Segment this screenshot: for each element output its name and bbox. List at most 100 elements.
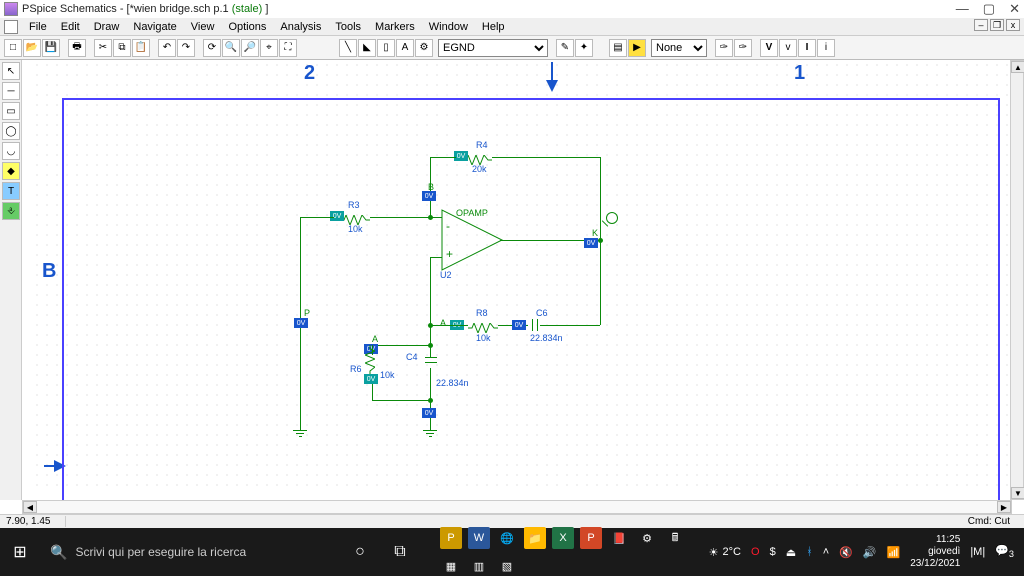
redo-icon[interactable]: ↷ <box>177 39 195 57</box>
draw-text-icon[interactable]: A <box>396 39 414 57</box>
r3-val[interactable]: 10k <box>348 224 363 234</box>
marker-r3[interactable]: 0V <box>330 211 344 221</box>
toggle-i-icon[interactable]: i <box>817 39 835 57</box>
opamp-ref[interactable]: U2 <box>440 270 452 280</box>
c6-val[interactable]: 22.834n <box>530 333 563 343</box>
simulate-icon[interactable]: ▶ <box>628 39 646 57</box>
app-misc3[interactable]: ▧ <box>496 555 518 577</box>
redraw-icon[interactable]: ⟳ <box>203 39 221 57</box>
get-part-icon[interactable]: ⚙ <box>415 39 433 57</box>
menu-edit[interactable]: Edit <box>54 21 87 33</box>
r4-ref[interactable]: R4 <box>476 140 488 150</box>
marker-gnd[interactable]: 0V <box>422 408 436 418</box>
tray-opera-icon[interactable]: O <box>751 546 760 558</box>
copy-icon[interactable]: ⧉ <box>113 39 131 57</box>
print-icon[interactable]: 🖶 <box>68 39 86 57</box>
app-chrome[interactable]: 🌐 <box>496 527 518 549</box>
app-pspice[interactable]: P <box>440 527 462 549</box>
app-misc1[interactable]: ▦ <box>440 555 462 577</box>
draw-block-icon[interactable]: ▯ <box>377 39 395 57</box>
r6-ref[interactable]: R6 <box>350 364 362 374</box>
marker-r8c6[interactable]: 0V <box>512 320 526 330</box>
mdi-minimize[interactable]: – <box>974 19 988 31</box>
app-settings[interactable]: ⚙ <box>636 527 658 549</box>
new-icon[interactable]: □ <box>4 39 22 57</box>
start-button[interactable]: ⊞ <box>0 528 40 576</box>
c4-val[interactable]: 22.834n <box>436 378 469 388</box>
tray-chevron-icon[interactable]: ˄ <box>823 546 829 558</box>
r8-ref[interactable]: R8 <box>476 308 488 318</box>
marker-i-icon[interactable]: ✑ <box>734 39 752 57</box>
minimize-button[interactable]: — <box>956 1 969 17</box>
scroll-left-icon[interactable]: ◀ <box>23 501 37 513</box>
scroll-up-icon[interactable]: ▲ <box>1011 61 1024 73</box>
tray-usb-icon[interactable]: ⏏ <box>786 546 796 559</box>
tray-ime-icon[interactable]: |M| <box>970 546 985 558</box>
edit-sym-icon[interactable]: ✦ <box>575 39 593 57</box>
undo-icon[interactable]: ↶ <box>158 39 176 57</box>
app-word[interactable]: W <box>468 527 490 549</box>
capacitor-c4[interactable] <box>425 357 437 369</box>
schematic-canvas[interactable]: 2 1 B R4 20k 0V R3 10k 0V - <box>32 60 1014 490</box>
tool-poly-icon[interactable]: ◆ <box>2 162 20 180</box>
menu-analysis[interactable]: Analysis <box>273 21 328 33</box>
mdi-restore[interactable]: ❐ <box>990 19 1004 31</box>
menu-options[interactable]: Options <box>221 21 273 33</box>
menu-navigate[interactable]: Navigate <box>126 21 183 33</box>
close-button[interactable]: ✕ <box>1009 1 1020 17</box>
scroll-right-icon[interactable]: ▶ <box>997 501 1011 513</box>
resistor-r6[interactable] <box>368 345 378 375</box>
marker-b[interactable]: 0V <box>422 191 436 201</box>
weather-widget[interactable]: ☀ 2°C <box>709 546 741 559</box>
r3-ref[interactable]: R3 <box>348 200 360 210</box>
marker-r4[interactable]: 0V <box>454 151 468 161</box>
opamp-name[interactable]: OPAMP <box>456 208 488 218</box>
cortana-icon[interactable]: ○ <box>340 528 380 576</box>
voltage-probe[interactable] <box>606 212 618 224</box>
tool-line-icon[interactable]: ─ <box>2 82 20 100</box>
marker-p[interactable]: 0V <box>294 318 308 328</box>
resistor-r3[interactable] <box>340 212 370 222</box>
draw-wire-icon[interactable]: ╲ <box>339 39 357 57</box>
menu-view[interactable]: View <box>184 21 222 33</box>
mdi-close[interactable]: x <box>1006 19 1020 31</box>
tray-mute-icon[interactable]: 🔇 <box>839 546 853 559</box>
tray-dollar-icon[interactable]: $ <box>770 546 776 558</box>
app-explorer[interactable]: 📁 <box>524 527 546 549</box>
tool-rect-icon[interactable]: ▭ <box>2 102 20 120</box>
taskview-icon[interactable]: ⧉ <box>380 528 420 576</box>
c6-ref[interactable]: C6 <box>536 308 548 318</box>
setup-icon[interactable]: ▤ <box>609 39 627 57</box>
tool-text-icon[interactable]: T <box>2 182 20 200</box>
r4-val[interactable]: 20k <box>472 164 487 174</box>
menu-tools[interactable]: Tools <box>328 21 368 33</box>
menu-window[interactable]: Window <box>422 21 475 33</box>
tray-clock[interactable]: 11:25 giovedì 23/12/2021 <box>910 534 960 570</box>
marker-k[interactable]: 0V <box>584 238 598 248</box>
resistor-r8[interactable] <box>468 320 498 330</box>
tool-arc-icon[interactable]: ◡ <box>2 142 20 160</box>
tray-bluetooth-icon[interactable]: ᚼ <box>806 546 813 558</box>
open-icon[interactable]: 📂 <box>23 39 41 57</box>
ground-left[interactable] <box>293 420 307 437</box>
zoom-area-icon[interactable]: ⌖ <box>260 39 278 57</box>
r6-val[interactable]: 10k <box>380 370 395 380</box>
part-combo[interactable]: EGND <box>438 39 548 57</box>
taskbar-search[interactable]: 🔍 Scrivi qui per eseguire la ricerca <box>40 544 320 561</box>
vertical-scrollbar[interactable]: ▲ ▼ <box>1010 60 1024 500</box>
attr-combo[interactable]: None <box>651 39 707 57</box>
app-acrobat[interactable]: 📕 <box>608 527 630 549</box>
tool-arrow-icon[interactable]: ↖ <box>2 62 20 80</box>
tray-wifi-icon[interactable]: 📶 <box>887 546 901 559</box>
show-v-icon[interactable]: V <box>760 39 778 57</box>
r8-val[interactable]: 10k <box>476 333 491 343</box>
menu-help[interactable]: Help <box>475 21 512 33</box>
menu-markers[interactable]: Markers <box>368 21 422 33</box>
tool-insert-icon[interactable]: ⎀ <box>2 202 20 220</box>
zoom-out-icon[interactable]: 🔎 <box>241 39 259 57</box>
app-excel[interactable]: X <box>552 527 574 549</box>
draw-bus-icon[interactable]: ◣ <box>358 39 376 57</box>
app-calc[interactable]: 🖩 <box>664 527 686 549</box>
tool-circle-icon[interactable]: ◯ <box>2 122 20 140</box>
show-i-icon[interactable]: I <box>798 39 816 57</box>
